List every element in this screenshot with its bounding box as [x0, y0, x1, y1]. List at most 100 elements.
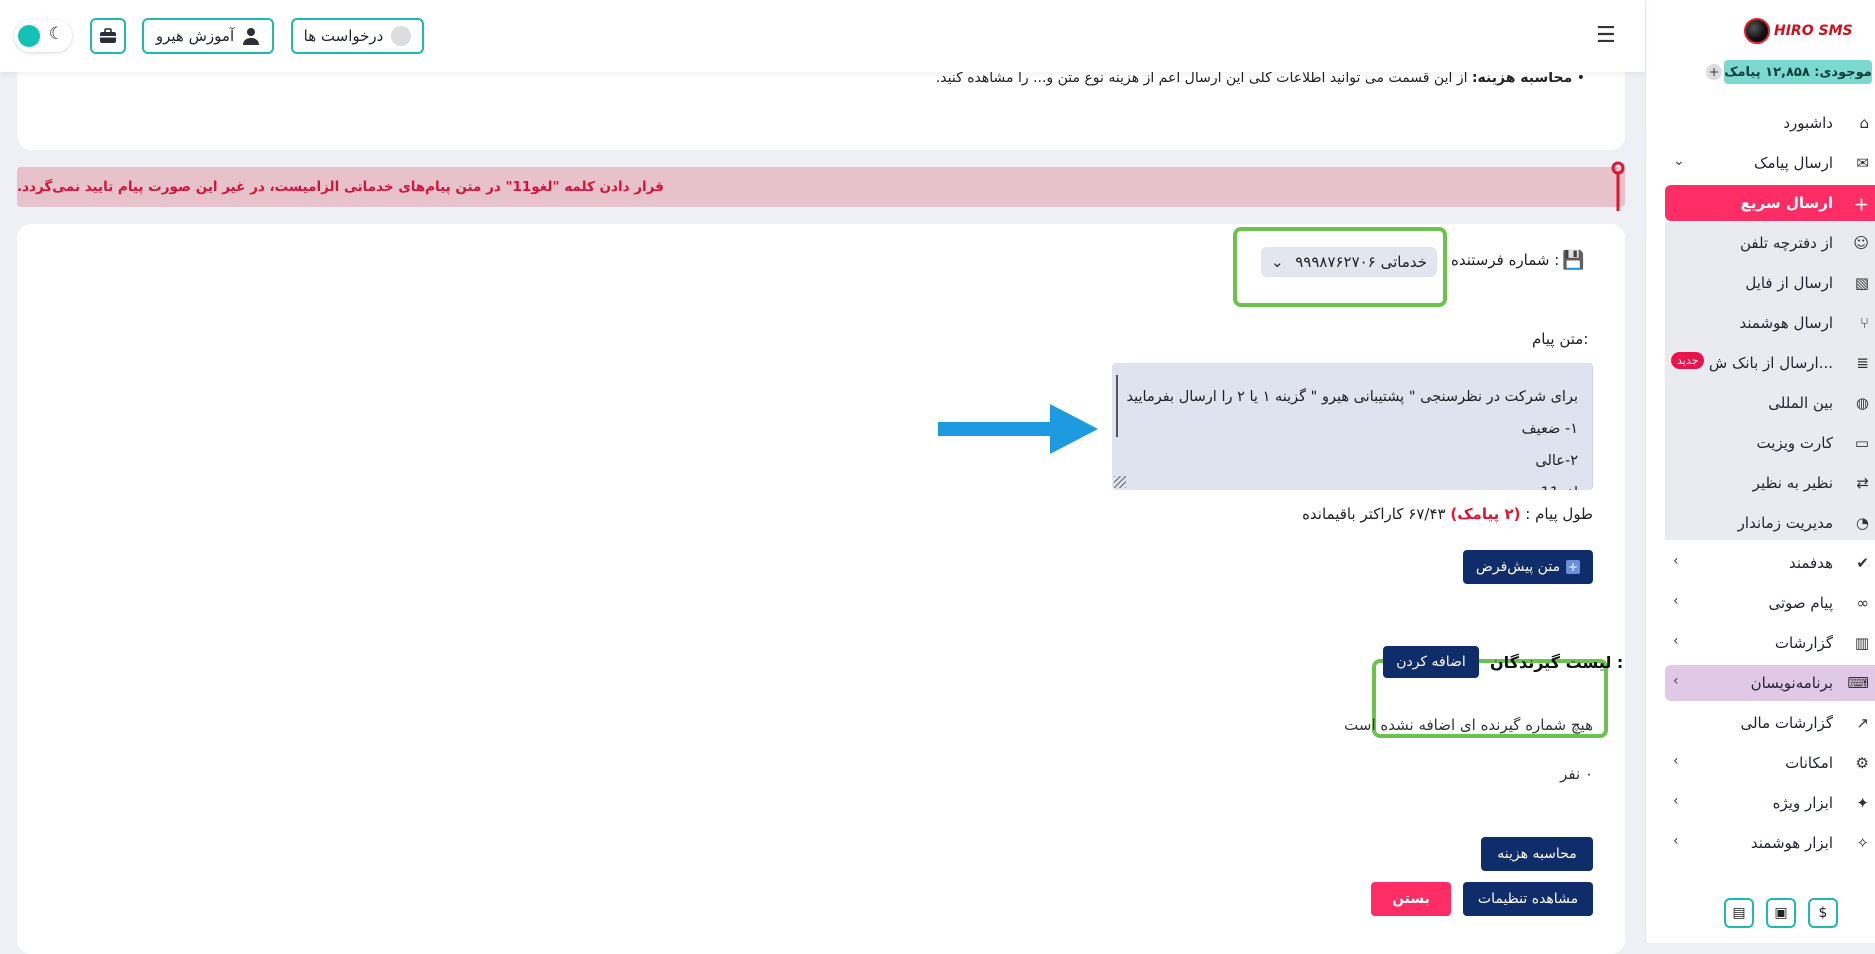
chevron-down-icon: ⌄: [1271, 253, 1284, 271]
sidebar-item-label: ارسال هوشمند: [1739, 314, 1833, 332]
flow-icon: ⑂: [1859, 314, 1869, 332]
sidebar-item-send-sms[interactable]: ⌄ ارسال پیامک ✉: [1665, 145, 1875, 181]
sidebar-item-features[interactable]: ‹ امکانات ⚙: [1665, 745, 1875, 781]
no-recipients-text: هیچ شماره گیرنده ای اضافه نشده است: [1344, 716, 1593, 734]
sidebar-item-phonebook[interactable]: از دفترچه تلفن ☺: [1665, 225, 1875, 261]
excel-file-icon: ▧: [1854, 274, 1869, 292]
message-line: ۲-عالی: [1535, 453, 1578, 469]
learning-button[interactable]: آموزش هیرو: [142, 18, 274, 54]
default-text-button[interactable]: متن پیش‌فرض +: [1463, 550, 1593, 584]
chevron-down-icon: ⌄: [1673, 153, 1685, 169]
sidebar-item-label: پیام صوتی: [1768, 594, 1834, 612]
timer-icon: ◔: [1855, 514, 1869, 532]
save-icon[interactable]: 💾: [1562, 250, 1584, 271]
message-textarea[interactable]: برای شرکت در نظرسنجی " پشتیبانی هیرو " گ…: [1112, 363, 1593, 490]
view-settings-button[interactable]: مشاهده تنظیمات: [1463, 882, 1593, 916]
bulb-icon: ✧: [1856, 834, 1869, 852]
send-form-panel: [17, 224, 1625, 954]
default-text-label: متن پیش‌فرض: [1475, 559, 1561, 575]
dollar-button[interactable]: $: [1808, 898, 1838, 928]
sidebar-item-reports[interactable]: ‹ گزارشات ▥: [1665, 625, 1875, 661]
chevron-left-icon: ‹: [1673, 753, 1679, 769]
contact-icon: ☺: [1853, 234, 1869, 252]
sidebar-item-finance[interactable]: گزارشات مالی ↗: [1665, 705, 1875, 741]
message-line: لغو11: [1127, 477, 1578, 490]
menu-icon[interactable]: ☰: [1596, 23, 1616, 48]
dollar-icon: $: [1818, 905, 1828, 921]
chevron-left-icon: ‹: [1673, 593, 1679, 609]
requests-button[interactable]: درخواست ها: [291, 18, 424, 54]
logo-ball-icon: [1744, 18, 1770, 44]
sparkle-icon: ✦: [1856, 794, 1869, 812]
recipients-count: ۰ نفر: [1560, 765, 1593, 783]
sidebar-item-business-card[interactable]: کارت ویزیت ▭: [1665, 425, 1875, 461]
sidebar-item-label: برنامه‌نویسان: [1750, 674, 1833, 692]
briefcase-button[interactable]: [90, 18, 126, 54]
view-settings-label: مشاهده تنظیمات: [1477, 891, 1579, 907]
balance-badge: موجودی: ۱۲,۸۵۸ پیامک: [1724, 60, 1872, 84]
length-prefix: طول پیام :: [1525, 505, 1593, 523]
sidebar-item-bank[interactable]: جدید ارسال از بانک ش... ≣: [1665, 345, 1875, 381]
new-badge: جدید: [1671, 352, 1705, 369]
plus-icon: ＋: [1853, 196, 1869, 214]
peer-icon: ⇄: [1856, 474, 1869, 492]
request-icon: [391, 26, 412, 46]
message-lines: برای شرکت در نظرسنجی " پشتیبانی هیرو " گ…: [1127, 381, 1578, 490]
sidebar-item-file[interactable]: ارسال از فایل ▧: [1665, 265, 1875, 301]
resize-handle[interactable]: [1114, 476, 1126, 488]
card-icon: ▭: [1854, 434, 1869, 452]
message-label: متن پیام:: [1532, 330, 1589, 348]
theme-toggle[interactable]: ☾: [14, 20, 72, 52]
sidebar-item-scheduled[interactable]: مدیریت زماندار ◔: [1665, 505, 1875, 541]
calculate-cost-button[interactable]: محاسبه هزینه: [1481, 837, 1593, 871]
toggle-knob: [18, 25, 40, 47]
briefcase-icon: [100, 28, 116, 43]
alert-banner: قرار دادن کلمه "لغو11" در متن پیام‌های خ…: [17, 161, 1625, 211]
logo-text: HIRO SMS: [1774, 23, 1853, 39]
sidebar-item-special-tools[interactable]: ‹ ابزار ویژه ✦: [1665, 785, 1875, 821]
sidebar-item-label: ارسال از بانک ش...: [1708, 354, 1833, 372]
sidebar-item-label: ارسال سریع: [1740, 194, 1833, 212]
add-balance-icon[interactable]: +: [1706, 64, 1722, 80]
sidebar-item-international[interactable]: بین المللی ◍: [1665, 385, 1875, 421]
home-icon: ⌂: [1859, 114, 1869, 132]
sender-value: خدماتی ۹۹۹۸۷۶۲۷۰۶: [1295, 253, 1427, 271]
sidebar-item-quick-send[interactable]: ارسال سریع ＋: [1665, 185, 1875, 221]
chevron-left-icon: ‹: [1673, 553, 1679, 569]
sidebar-item-label: گزارشات: [1774, 634, 1833, 652]
sidebar-item-dashboard[interactable]: داشبورد ⌂: [1665, 105, 1875, 141]
contact-card-icon: ▣: [1774, 905, 1788, 921]
sender-select[interactable]: ⌄ خدماتی ۹۹۹۸۷۶۲۷۰۶: [1261, 247, 1437, 277]
top-header: ☾ آموزش هیرو درخواست ها ☰: [0, 0, 1645, 72]
cost-note-text: از این قسمت می توانید اطلاعات کلی این ار…: [935, 70, 1472, 86]
sidebar-item-label: بین المللی: [1768, 394, 1833, 412]
sidebar-item-smart-send[interactable]: ارسال هوشمند ⑂: [1665, 305, 1875, 341]
sidebar-item-label: از دفترچه تلفن: [1739, 234, 1833, 252]
alert-text: قرار دادن کلمه "لغو11" در متن پیام‌های خ…: [17, 179, 664, 195]
pin-icon: [1611, 161, 1625, 211]
sidebar-item-label: هدفمند: [1788, 554, 1833, 572]
contact-card-button[interactable]: ▣: [1766, 898, 1796, 928]
chart-icon: ▥: [1854, 634, 1869, 652]
sidebar-item-label: ابزار ویژه: [1772, 794, 1833, 812]
sidebar-item-smart-tools[interactable]: ‹ ابزار هوشمند ✧: [1665, 825, 1875, 861]
sidebar-item-label: گزارشات مالی: [1740, 714, 1833, 732]
message-length: طول پیام : (۲ پیامک) ۶۷/۴۳ کاراکتر باقیم…: [1302, 505, 1593, 523]
sidebar-item-developers[interactable]: ‹ برنامه‌نویسان ⌨: [1665, 665, 1875, 701]
sms-icon: ✉: [1856, 154, 1869, 172]
close-button[interactable]: بستن: [1371, 882, 1451, 916]
add-recipient-label: اضافه کردن: [1396, 654, 1466, 670]
sidebar-bottom-actions: ▤ ▣ $: [1724, 898, 1838, 928]
chevron-left-icon: ‹: [1673, 673, 1679, 689]
sidebar-item-voice[interactable]: ‹ پیام صوتی ∞: [1665, 585, 1875, 621]
sidebar-item-targeted[interactable]: ‹ هدفمند ✔: [1665, 545, 1875, 581]
voicemail-icon: ∞: [1856, 594, 1870, 612]
user-icon: [243, 28, 260, 45]
sms-count: (۲ پیامک): [1450, 505, 1521, 523]
window-button[interactable]: ▤: [1724, 898, 1754, 928]
sidebar-item-peer[interactable]: نظیر به نظیر ⇄: [1665, 465, 1875, 501]
add-recipient-button[interactable]: اضافه کردن: [1383, 646, 1479, 678]
logo[interactable]: HIRO SMS: [1744, 18, 1853, 44]
sidebar-item-label: امکانات: [1785, 754, 1833, 772]
blue-arrow-icon: [938, 404, 1098, 454]
